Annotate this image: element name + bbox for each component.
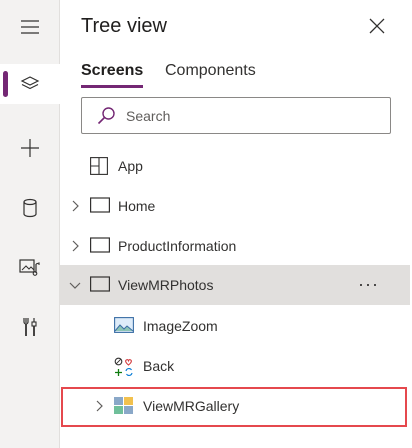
hamburger-menu-icon[interactable] [0,7,60,47]
chevron-right-icon[interactable] [67,238,83,254]
tree-item-viewmrphotos[interactable]: ViewMRPhotos ··· [60,265,410,305]
close-icon[interactable] [365,14,389,38]
tree-view-panel: Tree view Screens Components App Home [60,0,412,448]
image-icon [114,317,134,335]
tree-item-home[interactable]: Home [60,186,410,226]
tree-item-imagezoom[interactable]: ImageZoom [60,306,410,346]
advanced-tools-icon[interactable] [0,307,60,347]
chevron-down-icon[interactable] [67,277,83,293]
search-box [81,97,391,134]
tab-selected-underline [81,85,143,88]
tree-item-label: ViewMRPhotos [118,277,214,293]
screen-icon [90,237,110,255]
more-options-icon[interactable]: ··· [358,274,379,295]
tree-item-app[interactable]: App [60,146,410,186]
tab-screens[interactable]: Screens [81,62,143,80]
tree-item-productinformation[interactable]: ProductInformation [60,226,410,266]
left-nav-rail [0,0,60,448]
tab-components[interactable]: Components [165,62,256,80]
chevron-right-icon[interactable] [67,198,83,214]
insert-plus-icon[interactable] [0,128,60,168]
tree-item-label: ProductInformation [118,238,237,254]
tree-view-layers-icon[interactable] [0,64,60,104]
search-icon [96,106,116,131]
app-icon [90,157,110,175]
screen-icon [90,197,110,215]
screen-icon [90,276,110,294]
tree-item-label: App [118,158,143,174]
tree-item-label: Home [118,198,156,214]
active-indicator [3,71,8,97]
controls-icon [114,357,134,376]
tree-item-label: Back [143,358,175,374]
tree-item-label: ImageZoom [143,318,218,334]
search-input[interactable] [126,105,376,127]
panel-title: Tree view [81,15,167,37]
media-icon[interactable] [0,247,60,287]
tree-item-back[interactable]: Back [60,346,410,386]
data-cylinder-icon[interactable] [0,188,60,228]
highlight-box [61,387,407,427]
